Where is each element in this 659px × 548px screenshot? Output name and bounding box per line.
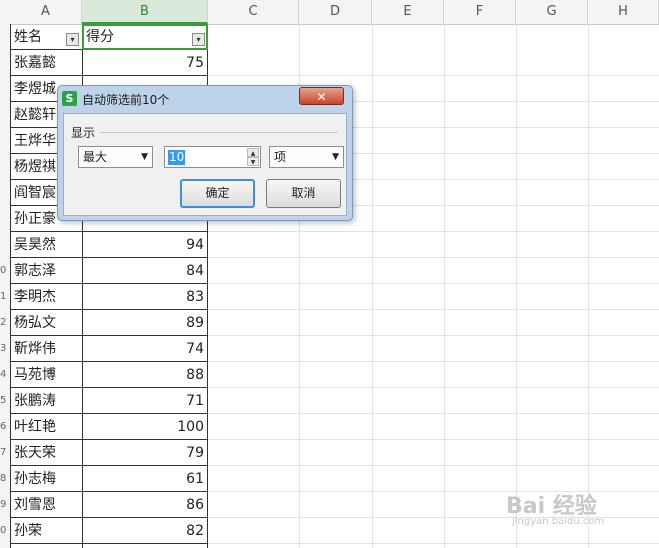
- name-cell[interactable]: 孙志梅: [12, 466, 82, 492]
- active-cell-border: [82, 24, 208, 50]
- mode-select-value: 最大: [83, 150, 108, 164]
- dialog-body: 显示 最大 ▼ 10 ▲ ▼ 项 ▼ 确定 取消: [63, 113, 347, 216]
- name-cell[interactable]: 叶红艳: [12, 414, 82, 440]
- score-cell[interactable]: 86: [82, 492, 206, 518]
- unit-select[interactable]: 项 ▼: [269, 146, 344, 168]
- dialog-title: 自动筛选前10个: [82, 93, 170, 107]
- column-header-d[interactable]: D: [299, 0, 372, 24]
- filter-dropdown-icon[interactable]: ▾: [66, 33, 79, 46]
- name-cell[interactable]: 刘雪恩: [12, 492, 82, 518]
- score-cell[interactable]: 88: [82, 362, 206, 388]
- row-number[interactable]: 0: [0, 518, 10, 544]
- score-cell[interactable]: 89: [82, 310, 206, 336]
- row-number[interactable]: [0, 180, 10, 206]
- row-number[interactable]: [0, 154, 10, 180]
- name-cell[interactable]: 孙荣: [12, 518, 82, 544]
- unit-select-value: 项: [274, 150, 287, 164]
- name-cell[interactable]: 李明杰: [12, 284, 82, 310]
- column-header-g[interactable]: G: [516, 0, 588, 24]
- row-number[interactable]: 9: [0, 492, 10, 518]
- dialog-titlebar[interactable]: S 自动筛选前10个 ✕: [58, 86, 352, 112]
- column-header-e[interactable]: E: [372, 0, 444, 24]
- score-cell[interactable]: 61: [82, 466, 206, 492]
- score-cell[interactable]: 82: [82, 518, 206, 544]
- row-number[interactable]: 7: [0, 440, 10, 466]
- column-header-bar: A B C D E F G H: [0, 0, 659, 25]
- score-cell[interactable]: 71: [82, 388, 206, 414]
- watermark-url: jingyan.baidu.com: [512, 516, 605, 527]
- name-cell[interactable]: 吴昊然: [12, 232, 82, 258]
- app-logo-icon: S: [62, 91, 77, 106]
- count-stepper[interactable]: 10 ▲ ▼: [164, 146, 261, 168]
- chevron-down-icon: ▼: [332, 152, 339, 162]
- chevron-down-icon: ▼: [141, 152, 148, 162]
- score-cell[interactable]: 74: [82, 336, 206, 362]
- column-header-h[interactable]: H: [588, 0, 659, 24]
- top10-filter-dialog: S 自动筛选前10个 ✕ 显示 最大 ▼ 10 ▲ ▼ 项 ▼ 确定 取消: [57, 85, 353, 221]
- mode-select[interactable]: 最大 ▼: [78, 146, 153, 168]
- row-number[interactable]: [0, 206, 10, 232]
- row-number[interactable]: [0, 102, 10, 128]
- cancel-button[interactable]: 取消: [266, 179, 341, 208]
- row-number[interactable]: 5: [0, 388, 10, 414]
- name-cell[interactable]: 马苑博: [12, 362, 82, 388]
- score-cell[interactable]: 83: [82, 284, 206, 310]
- header-name-cell[interactable]: 姓名: [14, 25, 42, 49]
- name-cell[interactable]: 张嘉懿: [12, 50, 82, 76]
- name-cell[interactable]: 郭志泽: [12, 258, 82, 284]
- column-header-c[interactable]: C: [208, 0, 299, 24]
- count-input-value[interactable]: 10: [168, 150, 186, 165]
- row-number[interactable]: 8: [0, 466, 10, 492]
- spreadsheet: A B C D E F G H 01234567890 姓名 ▾ 得分 ▾ 张嘉…: [0, 0, 659, 548]
- score-cell[interactable]: 94: [82, 232, 206, 258]
- score-cell[interactable]: 79: [82, 440, 206, 466]
- row-number[interactable]: 2: [0, 310, 10, 336]
- row-number[interactable]: 1: [0, 284, 10, 310]
- column-header-b[interactable]: B: [82, 0, 208, 24]
- score-cell[interactable]: 75: [82, 50, 206, 76]
- row-number[interactable]: 4: [0, 362, 10, 388]
- row-number[interactable]: [0, 128, 10, 154]
- row-number[interactable]: 0: [0, 258, 10, 284]
- group-label: 显示: [71, 126, 96, 140]
- row-number[interactable]: 3: [0, 336, 10, 362]
- ok-button[interactable]: 确定: [180, 179, 255, 208]
- spin-down-icon[interactable]: ▼: [247, 157, 259, 166]
- row-number[interactable]: 6: [0, 414, 10, 440]
- column-header-f[interactable]: F: [444, 0, 516, 24]
- name-cell[interactable]: 杨弘文: [12, 310, 82, 336]
- row-number[interactable]: [0, 50, 10, 76]
- name-cell[interactable]: 张鹏涛: [12, 388, 82, 414]
- group-divider: [100, 132, 338, 133]
- row-number[interactable]: [0, 76, 10, 102]
- score-cell[interactable]: 100: [82, 414, 206, 440]
- close-button[interactable]: ✕: [299, 87, 344, 105]
- column-header-a[interactable]: A: [10, 0, 82, 24]
- name-cell[interactable]: 靳烨伟: [12, 336, 82, 362]
- spin-up-icon[interactable]: ▲: [247, 148, 259, 157]
- name-cell[interactable]: 张天荣: [12, 440, 82, 466]
- score-cell[interactable]: 84: [82, 258, 206, 284]
- row-number[interactable]: [0, 232, 10, 258]
